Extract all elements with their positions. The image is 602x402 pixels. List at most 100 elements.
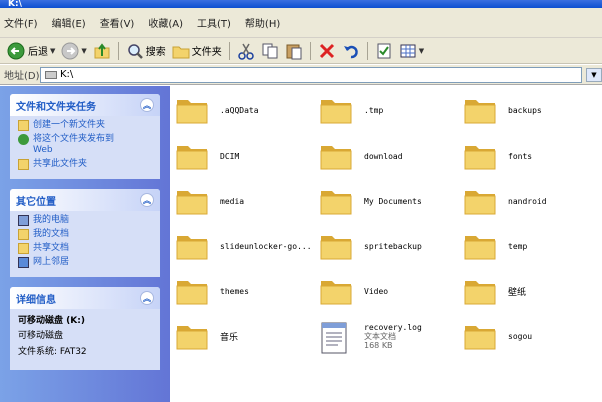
menu-view[interactable]: 查看(V) (100, 15, 135, 30)
folder-item[interactable]: temp (464, 228, 602, 264)
folder-icon (320, 187, 352, 215)
task-pane: 文件和文件夹任务 ︽ 创建一个新文件夹 将这个文件夹发布到 Web 共享此文件夹 … (0, 86, 170, 402)
back-button[interactable]: 后退 ▼ (4, 40, 58, 62)
place-network[interactable]: 网上邻居 (18, 257, 152, 268)
panel-header[interactable]: 其它位置 ︽ (10, 189, 160, 211)
drive-icon (45, 70, 57, 79)
folder-item[interactable]: spritebackup (320, 228, 460, 264)
shared-folder-icon (18, 243, 29, 254)
folder-icon (176, 187, 208, 215)
menu-bar: 文件(F) 编辑(E) 查看(V) 收藏(A) 工具(T) 帮助(H) (0, 8, 602, 38)
panel-header[interactable]: 文件和文件夹任务 ︽ (10, 94, 160, 116)
toolbar-divider (117, 41, 119, 60)
copy-button[interactable] (258, 40, 282, 62)
menu-help[interactable]: 帮助(H) (245, 15, 280, 30)
folder-item[interactable]: nandroid (464, 183, 602, 219)
folder-icon (176, 96, 208, 124)
menu-favorites[interactable]: 收藏(A) (148, 15, 183, 30)
collapse-icon[interactable]: ︽ (140, 98, 154, 112)
title-bar: K:\ (0, 0, 602, 8)
delete-button[interactable] (315, 40, 339, 62)
menu-edit[interactable]: 编辑(E) (52, 15, 86, 30)
new-folder-icon (18, 120, 29, 131)
folder-item[interactable]: 音乐 (176, 318, 316, 354)
views-grid-icon (399, 42, 417, 60)
file-size: 168 KB (364, 340, 393, 350)
folder-item[interactable]: My Documents (320, 183, 460, 219)
file-name: Video (364, 286, 389, 296)
file-name: DCIM (220, 151, 240, 161)
file-name: .aQQData (220, 105, 259, 115)
file-name: nandroid (508, 196, 547, 206)
paste-button[interactable] (282, 40, 306, 62)
file-name: spritebackup (364, 241, 422, 251)
folder-item[interactable]: sogou (464, 318, 602, 354)
chevron-down-icon[interactable]: ▼ (586, 67, 602, 82)
folder-icon (176, 142, 208, 170)
folder-item[interactable]: fonts (464, 138, 602, 174)
address-field[interactable]: K:\ (40, 66, 582, 83)
place-my-computer[interactable]: 我的电脑 (18, 215, 152, 226)
folder-item[interactable]: backups (464, 92, 602, 128)
chevron-down-icon[interactable]: ▼ (50, 47, 55, 55)
place-my-documents[interactable]: 我的文档 (18, 229, 152, 240)
toolbar-divider (228, 41, 230, 60)
up-folder-button[interactable] (90, 40, 114, 62)
file-name: My Documents (364, 196, 422, 206)
file-name: slideunlocker-go... (220, 241, 312, 251)
folder-item[interactable]: DCIM (176, 138, 316, 174)
folder-item[interactable]: Video (320, 273, 460, 309)
globe-icon (18, 134, 29, 145)
cut-button[interactable] (234, 40, 258, 62)
folders-button[interactable]: 文件夹 (169, 40, 225, 62)
place-label: 共享文档 (33, 243, 70, 253)
file-name: sogou (508, 331, 533, 341)
place-shared-documents[interactable]: 共享文档 (18, 243, 152, 254)
folder-item[interactable]: 壁纸 (464, 273, 602, 309)
folder-item[interactable]: download (320, 138, 460, 174)
undo-button[interactable] (339, 40, 363, 62)
panel-title: 其它位置 (16, 196, 56, 208)
task-share-folder[interactable]: 共享此文件夹 (18, 159, 152, 170)
folder-icon (464, 322, 496, 350)
collapse-icon[interactable]: ︽ (140, 193, 154, 207)
window-title: K:\ (8, 0, 22, 8)
text-document-icon (320, 322, 352, 354)
chevron-down-icon[interactable]: ▼ (419, 47, 424, 55)
properties-button[interactable] (372, 40, 396, 62)
search-button[interactable]: 搜索 (123, 40, 169, 62)
file-name: media (220, 196, 245, 206)
menu-file[interactable]: 文件(F) (4, 15, 38, 30)
drive-type: 可移动磁盘 (18, 331, 64, 341)
file-item[interactable]: recovery.log 文本文档 168 KB (320, 318, 460, 354)
file-name: themes (220, 286, 249, 296)
documents-icon (18, 229, 29, 240)
folder-icon (176, 277, 208, 305)
task-label: 创建一个新文件夹 (33, 120, 106, 130)
search-label: 搜索 (145, 47, 166, 58)
task-new-folder[interactable]: 创建一个新文件夹 (18, 120, 152, 131)
views-button[interactable]: ▼ (396, 40, 427, 62)
forward-button[interactable]: ▼ (58, 40, 89, 62)
task-label: Web (33, 145, 53, 155)
folder-item[interactable]: slideunlocker-go... (176, 228, 316, 264)
file-name: backups (508, 105, 542, 115)
address-bar: 地址(D) K:\ ▼ (0, 65, 602, 85)
toolbar-divider (366, 41, 368, 60)
file-name: 音乐 (220, 332, 239, 343)
chevron-down-icon[interactable]: ▼ (81, 47, 86, 55)
task-label: 将这个文件夹发布到 (33, 134, 115, 144)
file-name: download (364, 151, 403, 161)
file-name: fonts (508, 151, 533, 161)
folder-icon (176, 322, 208, 350)
task-publish-web[interactable]: 将这个文件夹发布到 Web (18, 134, 152, 156)
collapse-icon[interactable]: ︽ (140, 291, 154, 305)
folder-item[interactable]: themes (176, 273, 316, 309)
folder-item[interactable]: media (176, 183, 316, 219)
panel-header[interactable]: 详细信息 ︽ (10, 287, 160, 309)
folder-item[interactable]: .aQQData (176, 92, 316, 128)
scissors-icon (237, 42, 255, 60)
menu-tools[interactable]: 工具(T) (197, 15, 231, 30)
other-places-panel: 其它位置 ︽ 我的电脑 我的文档 共享文档 网上邻居 (10, 189, 160, 277)
folder-item[interactable]: .tmp (320, 92, 460, 128)
